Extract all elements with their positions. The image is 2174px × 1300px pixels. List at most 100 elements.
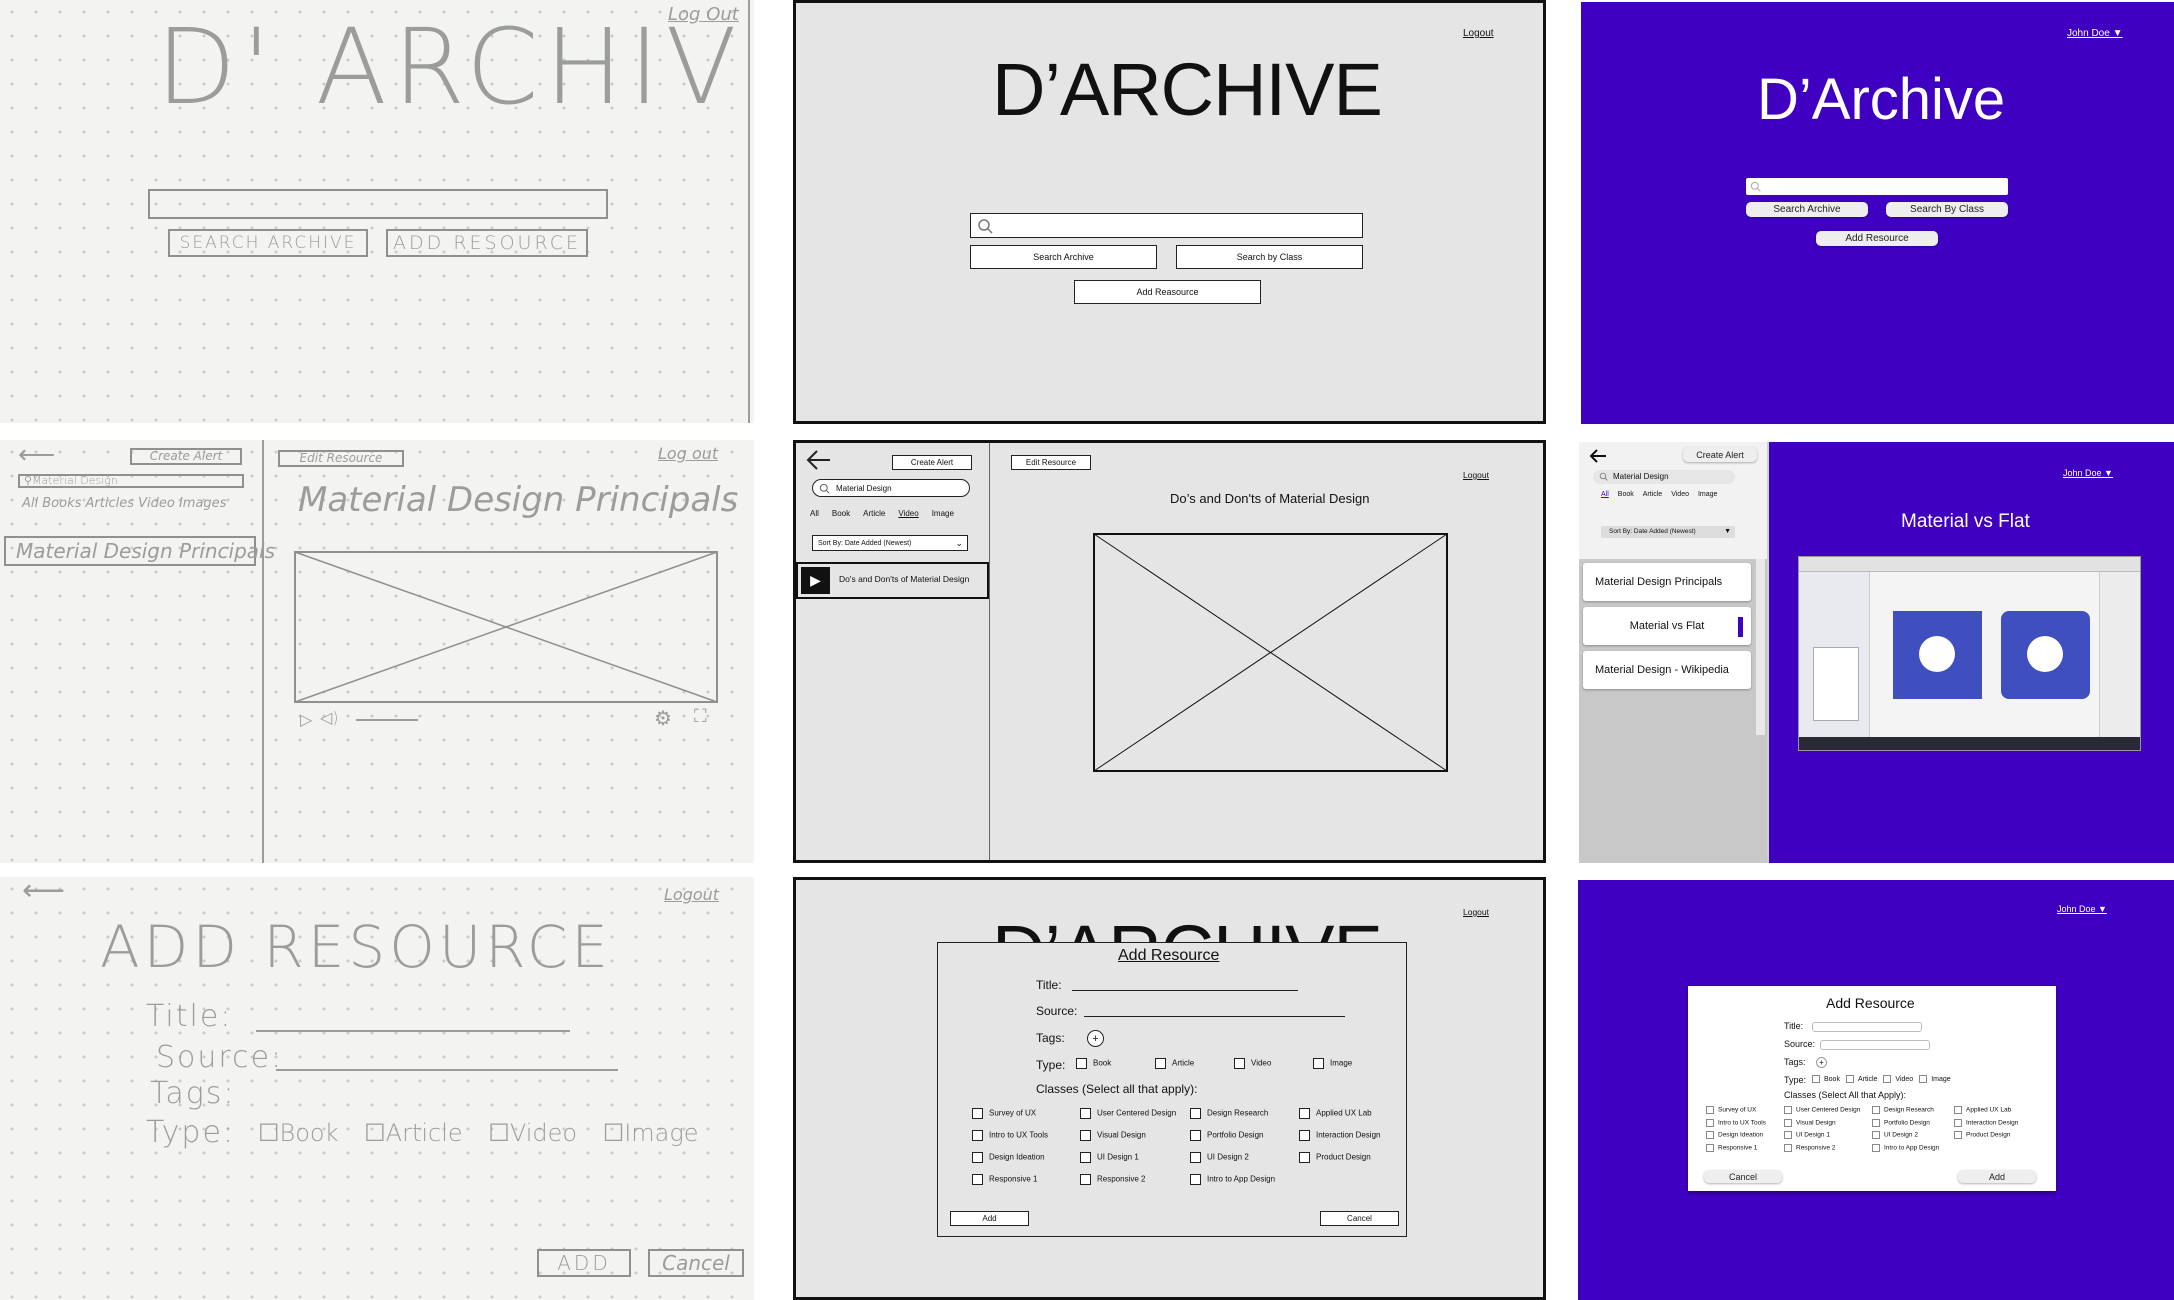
search-by-class-button[interactable]: Search By Class	[1886, 202, 2008, 217]
result-item[interactable]: Material Design Principals	[1583, 563, 1751, 601]
class-checkbox[interactable]: Responsive 1	[1706, 1143, 1757, 1152]
class-checkbox[interactable]: Responsive 2	[1784, 1143, 1835, 1152]
class-checkbox[interactable]: Applied UX Lab	[1954, 1106, 2011, 1114]
type-image-checkbox[interactable]: ☐Image	[603, 1119, 699, 1147]
class-checkbox[interactable]: UI Design 1	[1784, 1131, 1830, 1139]
volume-icon[interactable]: ◁)	[320, 708, 339, 727]
class-checkbox[interactable]: Portfolio Design	[1872, 1118, 1930, 1127]
class-checkbox[interactable]: Responsive 2	[1080, 1174, 1145, 1185]
class-checkbox[interactable]: Design Ideation	[972, 1152, 1045, 1163]
search-input[interactable]	[970, 213, 1363, 238]
class-checkbox[interactable]: Intro to App Design	[1190, 1174, 1275, 1185]
filter-all[interactable]: All	[810, 509, 819, 518]
edit-resource-button[interactable]: Edit Resource	[1011, 455, 1091, 470]
result-item[interactable]: ▶ Do's and Don'ts of Material Design	[796, 562, 989, 599]
class-checkbox[interactable]: Intro to UX Tools	[972, 1130, 1048, 1141]
user-menu[interactable]: John Doe ▼	[2057, 904, 2107, 914]
search-archive-button[interactable]: Search Archive	[1746, 202, 1868, 217]
title-field[interactable]	[1812, 1022, 1922, 1032]
filter-article[interactable]: Article	[1643, 491, 1662, 498]
cancel-button[interactable]: Cancel	[648, 1249, 744, 1277]
type-video-checkbox[interactable]: Video	[1883, 1075, 1913, 1083]
user-menu[interactable]: John Doe ▼	[2067, 28, 2123, 39]
class-checkbox[interactable]: Interaction Design	[1954, 1118, 2018, 1127]
filter-book[interactable]: Book	[832, 509, 850, 518]
type-book-checkbox[interactable]: ☐Book	[258, 1119, 339, 1147]
type-video-checkbox[interactable]: ☐Video	[488, 1119, 577, 1147]
add-button[interactable]: Add	[950, 1211, 1029, 1226]
back-arrow-icon[interactable]: ⟵	[22, 877, 65, 908]
type-article-checkbox[interactable]: Article	[1155, 1058, 1234, 1069]
back-arrow-icon[interactable]	[1589, 449, 1607, 463]
scrollbar[interactable]	[1756, 559, 1765, 735]
search-input[interactable]: ⚲Material Design	[18, 474, 244, 488]
type-image-checkbox[interactable]: Image	[1919, 1075, 1951, 1083]
cancel-button[interactable]: Cancel	[1704, 1170, 1782, 1183]
type-video-checkbox[interactable]: Video	[1234, 1058, 1313, 1069]
search-input[interactable]	[1746, 178, 2008, 195]
class-checkbox[interactable]: UI Design 2	[1872, 1131, 1918, 1139]
add-resource-button[interactable]: Add Reasource	[1074, 280, 1261, 304]
add-resource-button[interactable]: Add Resource	[1816, 231, 1938, 246]
source-field[interactable]	[1820, 1040, 1930, 1050]
filter-row[interactable]: All Books Articles Video Images	[22, 496, 226, 511]
logout-link[interactable]: Logout	[1463, 28, 1494, 39]
filter-book[interactable]: Book	[1618, 491, 1634, 498]
class-checkbox[interactable]: User Centered Design	[1080, 1108, 1176, 1119]
type-article-checkbox[interactable]: Article	[1845, 1075, 1877, 1083]
source-field[interactable]	[276, 1069, 618, 1071]
class-checkbox[interactable]: UI Design 2	[1190, 1152, 1249, 1163]
add-button[interactable]: Add	[1958, 1170, 2036, 1183]
add-tag-button[interactable]: +	[1087, 1030, 1104, 1047]
video-placeholder[interactable]	[1093, 533, 1448, 772]
video-placeholder[interactable]	[294, 551, 718, 703]
filter-all[interactable]: All	[1601, 491, 1609, 498]
search-by-class-button[interactable]: Search by Class	[1176, 245, 1363, 269]
class-checkbox[interactable]: Intro to App Design	[1872, 1143, 1939, 1152]
filter-video[interactable]: Video	[898, 509, 918, 518]
sort-select[interactable]: Sort By: Date Added (Newest) ⌄	[812, 535, 968, 551]
edit-resource-button[interactable]: Edit Resource	[278, 450, 404, 467]
source-field[interactable]	[1084, 1016, 1345, 1017]
play-icon[interactable]: ▷	[300, 710, 312, 729]
class-checkbox[interactable]: User Centered Design	[1784, 1106, 1860, 1114]
video-player[interactable]	[1798, 556, 2141, 751]
add-button[interactable]: ADD	[537, 1249, 631, 1277]
filter-image[interactable]: Image	[1698, 491, 1717, 498]
search-archive-button[interactable]: Search Archive	[970, 245, 1157, 269]
class-checkbox[interactable]: Design Research	[1872, 1106, 1934, 1114]
type-book-checkbox[interactable]: Book	[1812, 1075, 1840, 1083]
search-archive-button[interactable]: SEARCH ARCHIVE	[168, 229, 368, 257]
result-item[interactable]: Material Design - Wikipedia	[1583, 651, 1751, 689]
filter-image[interactable]: Image	[932, 509, 954, 518]
class-checkbox[interactable]: Product Design	[1954, 1131, 2010, 1139]
logout-link[interactable]: Logout	[664, 885, 719, 904]
class-checkbox[interactable]: Visual Design	[1784, 1118, 1836, 1127]
type-book-checkbox[interactable]: Book	[1076, 1058, 1155, 1069]
search-input[interactable]: Material Design	[1593, 470, 1735, 484]
search-input[interactable]	[148, 189, 608, 219]
logout-link[interactable]: Logout	[1463, 470, 1489, 480]
class-checkbox[interactable]: Applied UX Lab	[1299, 1108, 1372, 1119]
result-item-selected[interactable]: Material vs Flat	[1583, 607, 1751, 645]
user-menu[interactable]: John Doe ▼	[2063, 468, 2113, 478]
add-resource-button[interactable]: ADD RESOURCE	[386, 229, 588, 257]
class-checkbox[interactable]: Interaction Design	[1299, 1130, 1380, 1141]
class-checkbox[interactable]: Product Design	[1299, 1152, 1371, 1163]
class-checkbox[interactable]: Survey of UX	[972, 1108, 1036, 1119]
logout-link[interactable]: Logout	[1463, 907, 1489, 917]
class-checkbox[interactable]: Visual Design	[1080, 1130, 1146, 1141]
sort-select[interactable]: Sort By: Date Added (Newest) ▼	[1601, 526, 1735, 538]
create-alert-button[interactable]: Create Alert	[1683, 447, 1757, 462]
class-checkbox[interactable]: Survey of UX	[1706, 1106, 1756, 1114]
class-checkbox[interactable]: Design Research	[1190, 1108, 1268, 1119]
class-checkbox[interactable]: Portfolio Design	[1190, 1130, 1263, 1141]
add-tag-button[interactable]: +	[1816, 1057, 1827, 1068]
logout-link[interactable]: Log out	[658, 444, 718, 463]
create-alert-button[interactable]: Create Alert	[130, 448, 242, 465]
type-image-checkbox[interactable]: Image	[1313, 1058, 1352, 1069]
back-arrow-icon[interactable]	[806, 449, 832, 471]
cancel-button[interactable]: Cancel	[1320, 1211, 1399, 1226]
class-checkbox[interactable]: Responsive 1	[972, 1174, 1037, 1185]
fullscreen-icon[interactable]: ⛶	[694, 706, 707, 727]
